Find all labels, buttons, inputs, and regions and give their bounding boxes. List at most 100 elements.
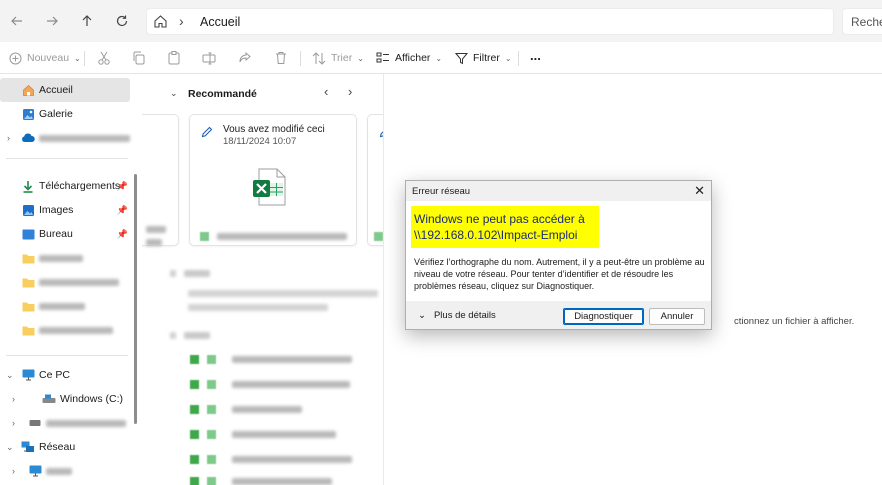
divider xyxy=(84,51,85,66)
cut-icon[interactable] xyxy=(96,50,112,66)
filter-button[interactable]: Filtrer ⌄ xyxy=(455,50,512,66)
card-date: 18/11/2024 10:07 xyxy=(223,136,297,147)
redacted-label xyxy=(39,302,85,310)
recommended-card[interactable] xyxy=(367,114,383,246)
search-input[interactable]: Recher xyxy=(842,8,882,35)
chevron-down-icon[interactable]: ⌄ xyxy=(6,442,14,453)
chevron-left-icon[interactable]: ‹ xyxy=(324,84,328,99)
sort-button[interactable]: Trier ⌄ xyxy=(312,50,364,66)
rename-icon[interactable] xyxy=(201,50,217,66)
more-details-toggle[interactable]: ⌄ Plus de détails xyxy=(418,310,496,321)
list-item[interactable] xyxy=(190,455,352,464)
sidebar-item-folder[interactable] xyxy=(0,246,130,270)
chevron-down-icon: ⌄ xyxy=(418,310,426,321)
sidebar-item-downloads[interactable]: Téléchargements 📌 xyxy=(0,174,130,198)
redacted-text xyxy=(188,304,328,311)
chevron-down-icon[interactable]: ⌄ xyxy=(6,370,14,381)
chevron-right-icon[interactable]: › xyxy=(12,466,15,476)
more-details-label: Plus de détails xyxy=(433,310,496,321)
list-item[interactable] xyxy=(190,380,350,389)
list-item[interactable] xyxy=(190,405,302,414)
close-icon[interactable]: ✕ xyxy=(694,183,705,199)
desktop-icon xyxy=(21,227,35,241)
paste-icon[interactable] xyxy=(166,50,182,66)
network-icon xyxy=(21,440,35,454)
drive-icon xyxy=(28,416,42,430)
new-button[interactable]: Nouveau ⌄ xyxy=(9,50,81,66)
network-error-dialog: Erreur réseau ✕ Windows ne peut pas accé… xyxy=(405,180,712,330)
sort-label: Trier xyxy=(331,52,353,64)
scrollbar[interactable] xyxy=(134,174,137,424)
breadcrumb[interactable]: › Accueil xyxy=(146,8,834,35)
refresh-icon xyxy=(116,15,128,27)
list-item[interactable] xyxy=(190,430,336,439)
sidebar-item-folder[interactable] xyxy=(0,270,130,294)
chevron-right-icon[interactable]: › xyxy=(179,13,184,29)
forward-button[interactable] xyxy=(41,10,63,32)
sidebar-item-network[interactable]: ⌄ Réseau xyxy=(0,435,130,459)
chevron-right-icon[interactable]: › xyxy=(348,84,352,99)
sidebar-item-images[interactable]: Images 📌 xyxy=(0,198,130,222)
sidebar-item-onedrive[interactable]: › xyxy=(0,126,130,150)
redacted-group-header xyxy=(170,270,210,277)
chevron-down-icon: ⌄ xyxy=(435,53,443,63)
headline-line-2: \\192.168.0.102\Impact-Emploi xyxy=(414,228,578,242)
folder-icon xyxy=(21,299,35,313)
sidebar-item-desktop[interactable]: Bureau 📌 xyxy=(0,222,130,246)
pin-icon[interactable]: 📌 xyxy=(117,229,128,240)
chevron-down-icon: ⌄ xyxy=(504,53,512,63)
sidebar-item-drive-c[interactable]: › Windows (C:) xyxy=(0,387,130,411)
edit-icon xyxy=(379,126,383,141)
redacted-label xyxy=(39,254,83,262)
sidebar-item-network-pc[interactable]: › xyxy=(0,459,130,483)
redacted-caption xyxy=(146,226,166,233)
home-icon[interactable] xyxy=(153,14,168,32)
sidebar-item-folder[interactable] xyxy=(0,318,130,342)
sidebar-item-home[interactable]: Accueil xyxy=(0,78,130,102)
chevron-right-icon[interactable]: › xyxy=(12,394,15,404)
up-button[interactable] xyxy=(76,10,98,32)
more-options-button[interactable]: ... xyxy=(530,47,541,63)
command-bar: Nouveau ⌄ Trier ⌄ Afficher ⌄ Filtrer ⌄ .… xyxy=(0,42,882,74)
chevron-down-icon: ⌄ xyxy=(74,53,81,63)
recommended-card[interactable]: Vous avez modifié ceci 18/11/2024 10:07 xyxy=(189,114,357,246)
folder-icon xyxy=(21,251,35,265)
sort-icon xyxy=(312,51,326,65)
sidebar-item-drive[interactable]: › xyxy=(0,411,130,435)
diagnose-button[interactable]: Diagnostiquer xyxy=(563,308,644,325)
sidebar-item-gallery[interactable]: Galerie xyxy=(0,102,130,126)
cloud-icon xyxy=(21,131,35,145)
excel-file-icon xyxy=(250,167,290,210)
share-icon[interactable] xyxy=(237,50,253,66)
breadcrumb-location[interactable]: Accueil xyxy=(200,15,240,29)
folder-icon xyxy=(21,323,35,337)
redacted-label xyxy=(39,278,119,286)
pin-icon[interactable]: 📌 xyxy=(117,205,128,216)
list-item[interactable] xyxy=(190,477,332,485)
list-item[interactable] xyxy=(190,355,352,364)
download-icon xyxy=(21,179,35,193)
recommended-title: Recommandé xyxy=(188,88,257,100)
sidebar-item-label: Accueil xyxy=(39,84,73,96)
plus-circle-icon xyxy=(9,52,22,64)
sidebar-item-folder[interactable] xyxy=(0,294,130,318)
copy-icon[interactable] xyxy=(131,50,147,66)
delete-icon[interactable] xyxy=(273,50,289,66)
cancel-button[interactable]: Annuler xyxy=(649,308,705,325)
refresh-button[interactable] xyxy=(111,10,133,32)
new-label: Nouveau xyxy=(27,52,70,64)
chevron-right-icon[interactable]: › xyxy=(12,418,15,428)
dialog-title: Erreur réseau xyxy=(412,186,471,197)
view-button[interactable]: Afficher ⌄ xyxy=(376,50,442,66)
sidebar-item-this-pc[interactable]: ⌄ Ce PC xyxy=(0,363,130,387)
redacted-group-header xyxy=(170,332,210,339)
chevron-down-icon[interactable]: ⌄ xyxy=(170,88,178,99)
arrow-right-icon xyxy=(47,16,58,26)
computer-icon xyxy=(21,368,35,382)
pin-icon[interactable]: 📌 xyxy=(117,181,128,192)
back-button[interactable] xyxy=(6,10,28,32)
arrow-left-icon xyxy=(11,16,22,26)
redacted-caption xyxy=(374,232,383,241)
chevron-right-icon[interactable]: › xyxy=(7,133,10,143)
view-label: Afficher xyxy=(395,52,431,64)
